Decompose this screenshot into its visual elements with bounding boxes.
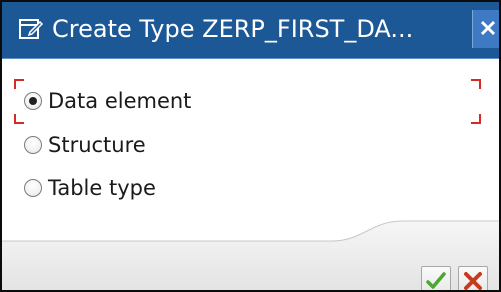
dialog-title: Create Type ZERP_FIRST_DA... [52,15,414,43]
focus-marker [471,79,481,89]
cancel-x-icon [464,272,482,290]
focus-marker [14,79,24,89]
edit-window-icon [19,19,44,39]
ok-button[interactable] [421,266,451,290]
radio-selected-dot [29,97,37,105]
radio-button-table-type[interactable] [24,179,42,197]
close-icon [480,20,496,36]
option-table-type[interactable]: Table type [24,173,156,203]
option-structure[interactable]: Structure [24,130,146,160]
option-data-element[interactable]: Data element [24,86,191,116]
radio-button-data-element[interactable] [24,92,42,110]
option-label: Data element [48,89,192,113]
title-bar: Create Type ZERP_FIRST_DA... [2,2,499,59]
option-label: Table type [48,176,156,200]
create-type-dialog: Create Type ZERP_FIRST_DA... Data elemen… [0,0,501,292]
option-label: Structure [48,133,146,157]
focus-marker [471,114,481,124]
dialog-body: Data element Structure Table type [2,59,499,290]
close-button[interactable] [472,10,499,48]
cancel-button[interactable] [458,266,488,290]
radio-button-structure[interactable] [24,136,42,154]
checkmark-icon [426,272,446,289]
focus-marker [14,114,24,124]
